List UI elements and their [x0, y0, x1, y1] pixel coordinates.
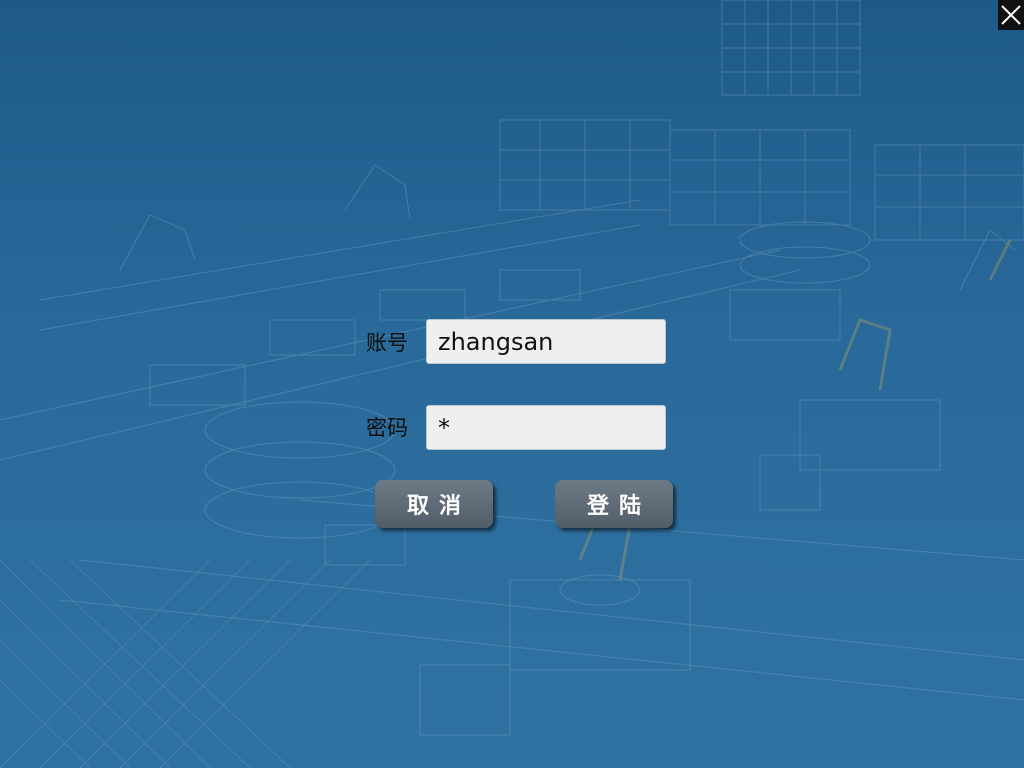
account-label: 账号 [366, 331, 408, 355]
password-input[interactable] [426, 405, 666, 450]
factory-background [0, 0, 1024, 768]
cancel-button-label: 取消 [406, 494, 471, 519]
cancel-button[interactable]: 取消 [375, 480, 493, 528]
close-icon [1001, 5, 1021, 25]
login-button[interactable]: 登陆 [555, 480, 673, 528]
account-input[interactable] [426, 319, 666, 364]
close-button[interactable] [998, 0, 1024, 30]
password-label: 密码 [366, 416, 408, 440]
login-button-label: 登陆 [586, 494, 651, 519]
login-screen: 账号 密码 取消 登陆 [0, 0, 1024, 768]
